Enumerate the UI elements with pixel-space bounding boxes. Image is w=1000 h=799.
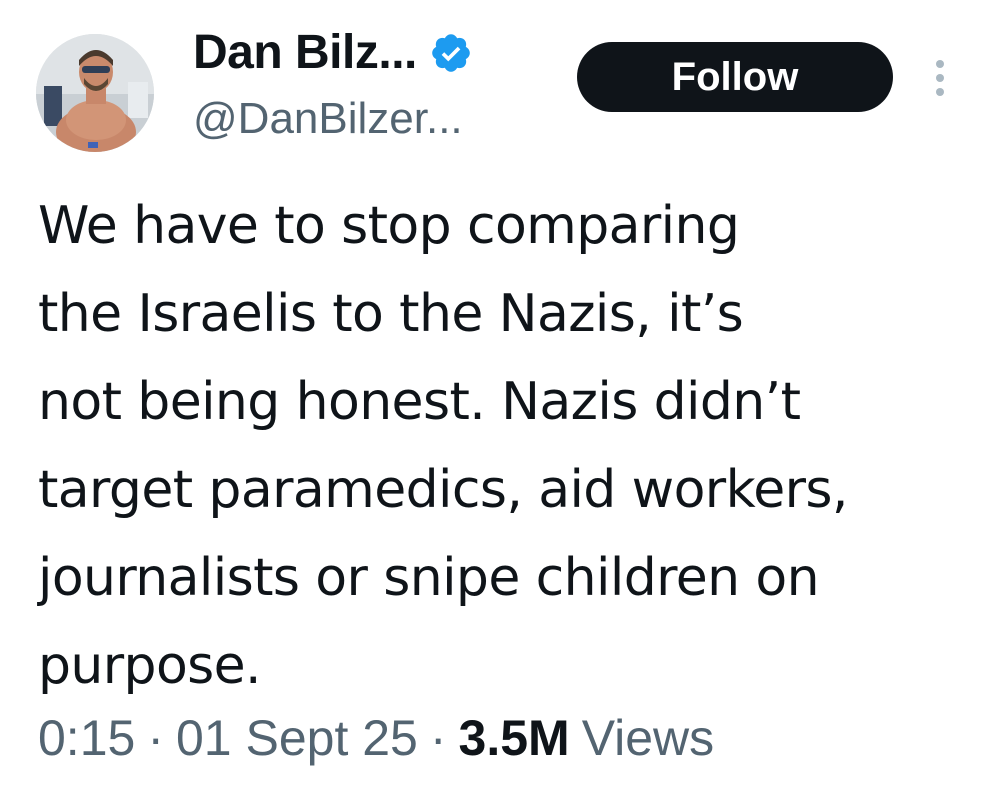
- tweet-card: Dan Bilz... @DanBilzer... Follow We have…: [0, 0, 1000, 799]
- avatar-photo: [36, 34, 154, 152]
- author-handle[interactable]: @DanBilzer...: [193, 92, 463, 146]
- tweet-metadata: 0:15 · 01 Sept 25 · 3.5M Views: [38, 706, 714, 770]
- tweet-text-line: We have to stop comparing: [38, 196, 740, 256]
- tweet-header: Dan Bilz... @DanBilzer... Follow: [0, 0, 1000, 180]
- tweet-time[interactable]: 0:15: [38, 709, 135, 767]
- author-display-name[interactable]: Dan Bilz...: [193, 24, 417, 82]
- views-count[interactable]: 3.5M: [459, 709, 570, 767]
- verified-badge-icon: [429, 31, 473, 75]
- more-vertical-icon[interactable]: [926, 56, 954, 100]
- meta-separator: ·: [147, 710, 164, 766]
- tweet-date[interactable]: 01 Sept 25: [176, 709, 418, 767]
- follow-button[interactable]: Follow: [577, 42, 893, 112]
- author-name-row: Dan Bilz...: [193, 24, 473, 82]
- tweet-text-line: the Israelis to the Nazis, it’s: [38, 284, 744, 344]
- meta-separator: ·: [429, 710, 447, 766]
- tweet-text-line: target paramedics, aid workers,: [38, 460, 848, 520]
- tweet-text-line: purpose.: [38, 636, 262, 696]
- tweet-text-line: not being honest. Nazis didn’t: [38, 372, 801, 432]
- tweet-text: We have to stop comparing the Israelis t…: [38, 182, 978, 710]
- views-label: Views: [581, 710, 715, 766]
- tweet-text-line: journalists or snipe children on: [38, 548, 820, 608]
- avatar[interactable]: [36, 34, 154, 152]
